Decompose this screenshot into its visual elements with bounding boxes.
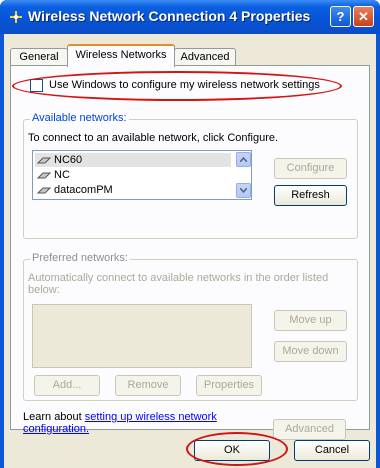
- available-instruction: To connect to an available network, clic…: [28, 132, 279, 144]
- wireless-network-icon: [37, 172, 51, 179]
- setup-wireless-link-cont[interactable]: configuration.: [23, 423, 89, 435]
- learn-about-text: Learn about setting up wireless network …: [23, 411, 217, 435]
- setup-wireless-link[interactable]: setting up wireless network: [85, 411, 217, 423]
- available-networks-list[interactable]: NC60 NC datacomPM: [32, 150, 252, 200]
- wireless-network-icon: [37, 187, 51, 194]
- window-title: Wireless Network Connection 4 Properties: [28, 8, 311, 24]
- preferred-networks-group: Preferred networks: Automatically connec…: [23, 252, 358, 401]
- help-button[interactable]: ?: [330, 6, 351, 27]
- preferred-networks-title: Preferred networks:: [30, 252, 130, 264]
- tab-general-label: General: [19, 51, 59, 63]
- ok-button[interactable]: OK: [194, 440, 270, 461]
- list-scrollbar[interactable]: [236, 152, 251, 198]
- configure-button[interactable]: Configure: [274, 158, 347, 179]
- list-item[interactable]: datacomPM: [35, 183, 231, 197]
- network-name: NC60: [54, 154, 83, 166]
- scroll-down-button[interactable]: [236, 183, 251, 198]
- move-down-button[interactable]: Move down: [274, 341, 347, 362]
- move-up-button[interactable]: Move up: [274, 310, 347, 331]
- chevron-up-icon: [240, 157, 247, 162]
- wireless-networks-panel: Use Windows to configure my wireless net…: [10, 65, 370, 440]
- available-networks-group: Available networks: To connect to an ava…: [23, 112, 358, 239]
- title-bar[interactable]: Wireless Network Connection 4 Properties…: [0, 0, 380, 34]
- tab-advanced-label: Advanced: [180, 51, 230, 63]
- properties-dialog: Wireless Network Connection 4 Properties…: [0, 0, 380, 468]
- tab-advanced[interactable]: Advanced: [174, 48, 236, 66]
- use-windows-checkbox[interactable]: [30, 79, 43, 92]
- scroll-up-button[interactable]: [236, 152, 251, 167]
- wireless-network-icon: [37, 157, 51, 164]
- chevron-down-icon: [240, 188, 247, 193]
- list-item[interactable]: NC: [35, 168, 231, 182]
- close-button[interactable]: ✕: [353, 6, 374, 27]
- network-connection-icon: [10, 11, 22, 23]
- preferred-description: Automatically connect to available netwo…: [28, 272, 329, 296]
- tab-general[interactable]: General: [10, 48, 68, 66]
- list-item[interactable]: NC60: [35, 153, 231, 167]
- cancel-button[interactable]: Cancel: [294, 440, 370, 461]
- network-name: NC: [54, 169, 70, 181]
- close-icon: ✕: [358, 8, 369, 24]
- remove-button[interactable]: Remove: [115, 375, 181, 396]
- available-networks-title: Available networks:: [30, 112, 129, 124]
- network-name: datacomPM: [54, 184, 113, 196]
- refresh-button[interactable]: Refresh: [274, 185, 347, 206]
- learn-prefix: Learn about: [23, 411, 85, 423]
- dialog-body: General Wireless Networks Advanced Use W…: [4, 34, 376, 468]
- tab-wireless-networks-label: Wireless Networks: [75, 49, 167, 61]
- add-button[interactable]: Add...: [34, 375, 100, 396]
- help-icon: ?: [336, 9, 345, 24]
- properties-button[interactable]: Properties: [196, 375, 262, 396]
- tab-wireless-networks[interactable]: Wireless Networks: [67, 44, 175, 67]
- preferred-networks-list[interactable]: [32, 304, 252, 368]
- use-windows-label[interactable]: Use Windows to configure my wireless net…: [49, 79, 320, 91]
- advanced-button[interactable]: Advanced: [273, 419, 346, 440]
